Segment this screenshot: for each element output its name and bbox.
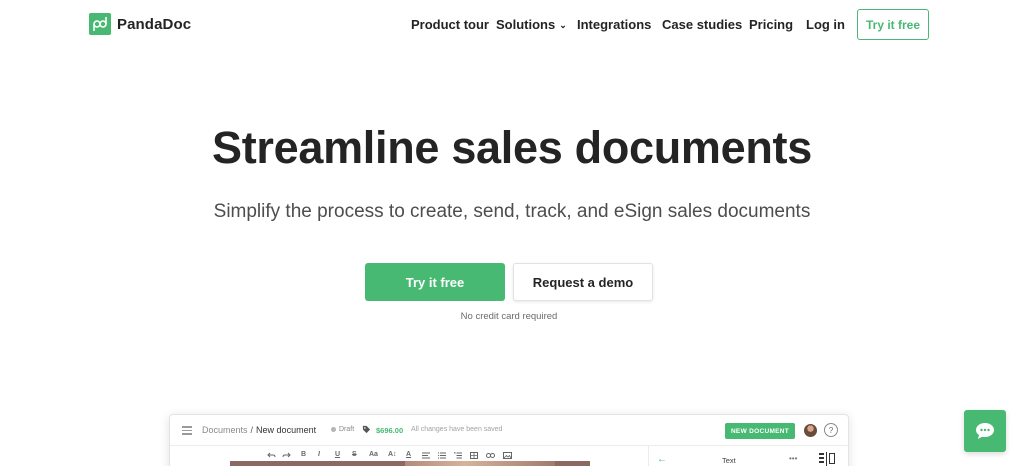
chat-button[interactable] (964, 410, 1006, 452)
app-header: Documents / New document Draft $696.00 All… (170, 415, 848, 446)
nav-solutions-label: Solutions (496, 17, 556, 32)
nav-try-it-free-button[interactable]: Try it free (857, 9, 929, 40)
bold-icon: B (301, 451, 307, 458)
nav-log-in[interactable]: Log in (806, 17, 845, 32)
app-preview: Documents / New document Draft $696.00 All… (169, 414, 849, 466)
breadcrumb-separator: / (250, 425, 254, 435)
price-tag-icon (362, 425, 371, 434)
document-cover-image (405, 461, 555, 466)
italic-icon: I (318, 451, 320, 458)
save-status: All changes have been saved (411, 426, 503, 433)
table-icon (470, 452, 478, 459)
image-icon (503, 452, 512, 459)
strikethrough-icon: S (352, 451, 357, 458)
undo-icon (267, 452, 276, 458)
align-icon (422, 452, 430, 459)
panel-layout-icon[interactable] (817, 449, 837, 466)
nav-integrations[interactable]: Integrations (577, 17, 651, 32)
hero-subtitle: Simplify the process to create, send, tr… (213, 201, 811, 222)
redo-icon (282, 452, 291, 458)
request-demo-button[interactable]: Request a demo (513, 263, 653, 301)
status-dot-icon (331, 426, 336, 432)
document-price: $696.00 (376, 426, 404, 435)
line-height-icon: A↕ (388, 451, 397, 458)
font-size-icon: Aa (369, 451, 378, 458)
new-document-button[interactable]: NEW DOCUMENT (725, 423, 795, 439)
numbered-list-icon (454, 452, 462, 459)
chevron-down-icon: ⌄ (559, 20, 567, 30)
nav-case-studies[interactable]: Case studies (662, 17, 742, 32)
no-credit-card-note: No credit card required (460, 311, 558, 322)
avatar (804, 424, 817, 437)
nav-pricing[interactable]: Pricing (749, 17, 793, 32)
breadcrumb: Documents / New document (202, 425, 316, 435)
document-canvas (230, 461, 590, 466)
chat-bubble-icon (976, 423, 994, 439)
breadcrumb-current: New document (256, 425, 317, 435)
nav-product-tour[interactable]: Product tour (411, 17, 489, 32)
text-color-icon: A (406, 451, 412, 458)
try-it-free-button[interactable]: Try it free (365, 263, 505, 301)
draft-status: Draft (331, 426, 354, 433)
list-icon (438, 452, 446, 459)
underline-icon: U (335, 451, 341, 458)
menu-icon (182, 426, 192, 435)
back-arrow-icon[interactable]: ← (657, 454, 667, 465)
side-panel-title: Text (722, 456, 736, 465)
nav-solutions[interactable]: Solutions ⌄ (496, 17, 567, 32)
link-icon (486, 453, 495, 458)
more-icon[interactable]: ••• (789, 454, 797, 463)
top-nav: PandaDoc Product tour Solutions ⌄ Integra… (0, 0, 1024, 50)
help-icon: ? (824, 423, 838, 437)
breadcrumb-documents: Documents (202, 425, 248, 435)
draft-label: Draft (339, 426, 355, 433)
side-panel: ← Text ••• (648, 446, 848, 466)
hero-title: Streamline sales documents (212, 122, 812, 173)
